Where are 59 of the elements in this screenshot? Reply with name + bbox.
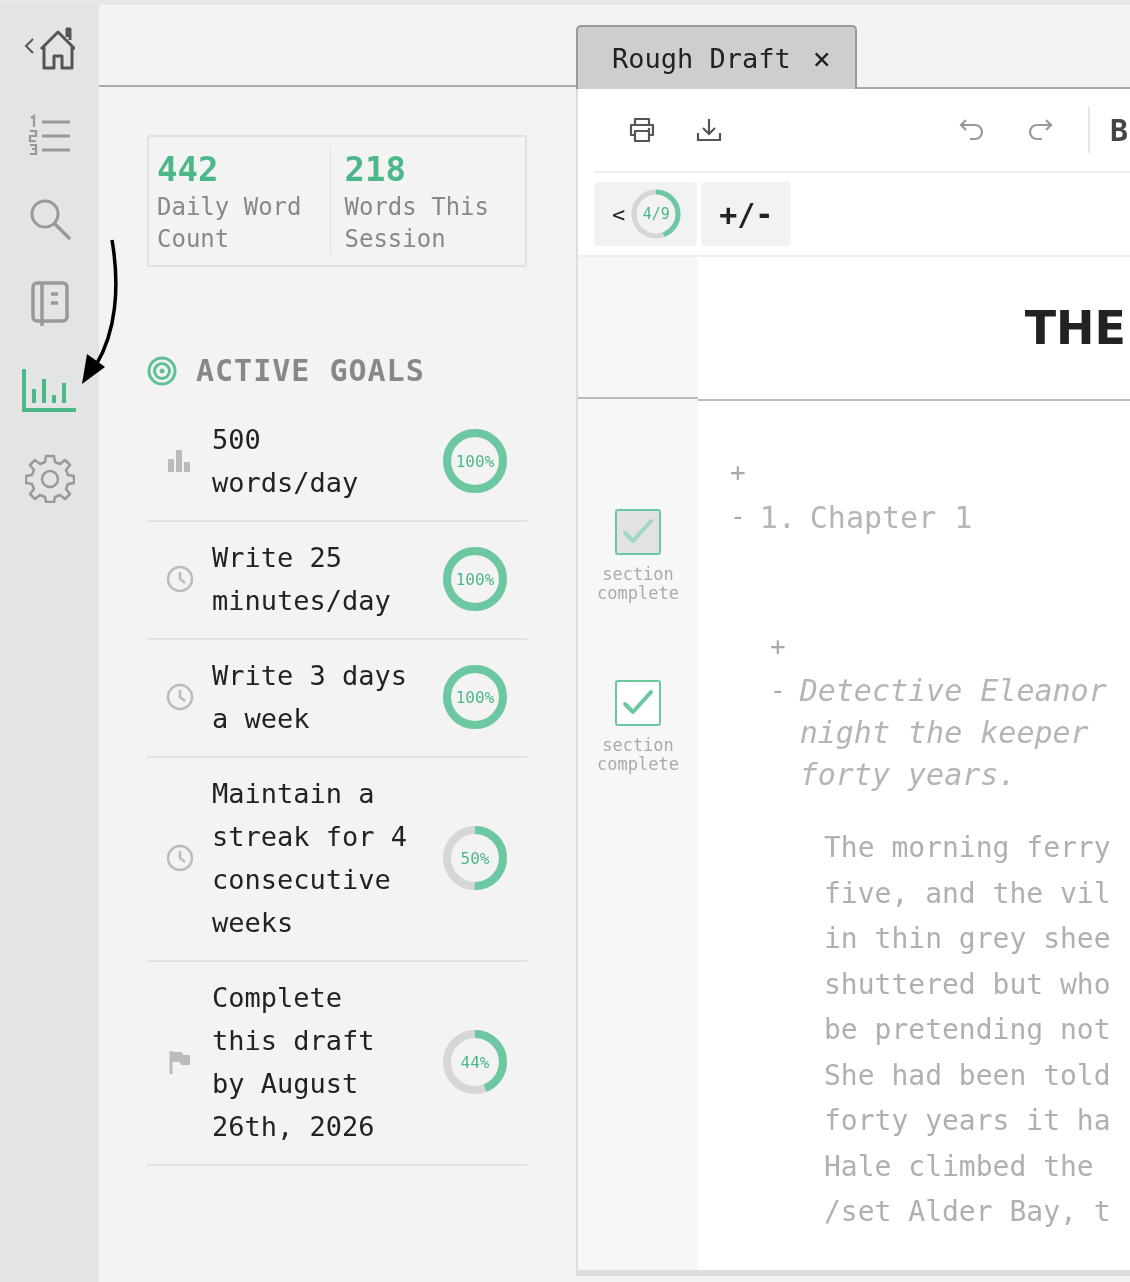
download-icon[interactable] <box>696 117 722 143</box>
progress-ring <box>442 546 508 612</box>
summary-line: night the keeper <box>799 714 1090 752</box>
tab-label: Rough Draft <box>612 42 791 74</box>
percent-label: 100% <box>455 569 495 589</box>
bar-chart-icon <box>167 450 192 472</box>
text-line: The morning ferry <box>824 830 1112 866</box>
stat-value: 218 <box>344 148 407 191</box>
section-nav-button[interactable]: < 4/9 <box>594 182 698 246</box>
notebook-icon[interactable] <box>29 281 70 327</box>
text-line: be pretending not <box>824 1012 1112 1048</box>
checkbox[interactable] <box>615 680 661 726</box>
settings-icon[interactable] <box>24 453 75 503</box>
progress-ring <box>442 1029 508 1095</box>
text-line: /set Alder Bay, t <box>824 1194 1112 1230</box>
goal-text: Maintain a streak for 4 consecutive weeks <box>212 777 409 940</box>
summary-line: Detective Eleanor <box>799 672 1107 710</box>
chapter-number: 1. <box>759 501 796 535</box>
text-line: shuttered but who <box>824 966 1112 1003</box>
goal-text: Complete this draft by August 26th, 2026 <box>212 981 376 1144</box>
percent-label: 50% <box>460 848 490 868</box>
percent-label: 100% <box>455 451 495 471</box>
document-title: THE <box>1024 301 1126 355</box>
document-tab[interactable]: Rough Draft × <box>576 25 857 89</box>
bar-chart-icon[interactable] <box>21 367 78 413</box>
chapter-heading: Chapter 1 <box>809 501 973 535</box>
expand-collapse-button[interactable]: +/- <box>701 182 792 246</box>
progress-label: 4/9 <box>642 205 670 223</box>
progress-ring <box>442 428 508 494</box>
text-line: forty years it ha <box>824 1103 1112 1139</box>
summary-line: forty years. <box>799 756 1018 794</box>
text-line: She had been told <box>824 1057 1112 1094</box>
percent-label: 100% <box>455 687 495 707</box>
clock-icon <box>165 683 194 711</box>
goal-text: Write 3 days a week <box>212 659 409 736</box>
text-line: Hale climbed the <box>824 1148 1095 1185</box>
progress-ring <box>442 825 508 891</box>
stat-label: Daily Word Count <box>157 192 303 255</box>
text-line: in thin grey shee <box>824 921 1112 957</box>
section-heading: ACTIVE GOALS <box>196 353 425 388</box>
clock-icon <box>165 844 194 872</box>
target-icon <box>147 355 177 386</box>
clock-icon <box>165 565 194 593</box>
progress-ring <box>442 664 508 730</box>
close-button[interactable]: × <box>812 40 831 76</box>
status-label: section complete <box>596 565 680 603</box>
flag-icon <box>168 1050 191 1074</box>
back-chevron: < <box>612 201 626 227</box>
stat-label: Words This Session <box>344 192 490 255</box>
print-icon[interactable] <box>628 117 656 143</box>
goal-text: Write 25 minutes/day <box>212 541 392 618</box>
numbered-list-icon[interactable] <box>27 113 72 157</box>
status-label: section complete <box>596 736 680 774</box>
percent-label: 44% <box>460 1052 490 1072</box>
goal-text: 500 words/day <box>212 423 360 500</box>
bold-button[interactable]: B <box>1109 112 1130 148</box>
text-line: five, and the vil <box>824 875 1112 912</box>
stat-value: 442 <box>157 148 220 191</box>
undo-icon[interactable] <box>957 117 986 143</box>
